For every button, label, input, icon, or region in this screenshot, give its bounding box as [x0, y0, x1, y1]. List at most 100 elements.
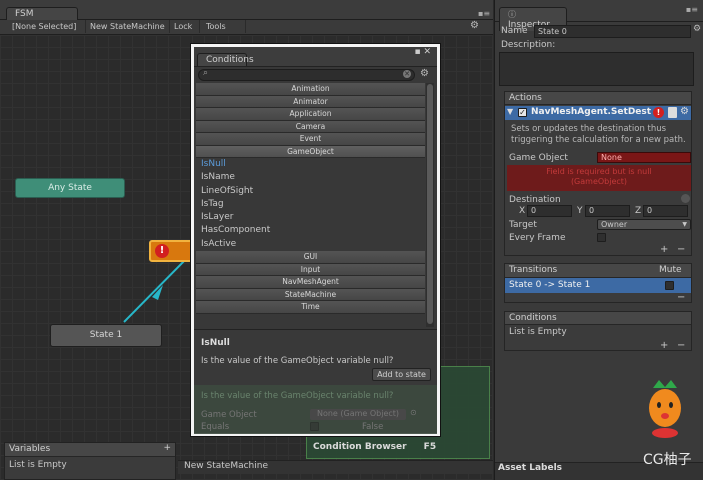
- action-error-box: Field is required but is null (GameObjec…: [507, 165, 691, 191]
- status-state-machine: New StateMachine: [184, 461, 268, 471]
- category-item[interactable]: NavMeshAgent: [196, 276, 425, 289]
- target-label: Target: [509, 220, 537, 230]
- inspector-name-field[interactable]: State 0: [534, 25, 691, 38]
- remove-transition-button[interactable]: −: [677, 292, 685, 303]
- action-gear-icon[interactable]: ⚙: [680, 106, 689, 117]
- action-error-text: Field is required but is null (GameObjec…: [546, 167, 652, 186]
- action-error-icon: !: [653, 107, 664, 118]
- error-icon: !: [155, 244, 169, 258]
- category-item[interactable]: Animator: [196, 95, 425, 108]
- transition-line: [123, 252, 193, 323]
- search-settings-icon[interactable]: ⚙: [420, 68, 429, 79]
- watermark-logo: [643, 378, 687, 440]
- node-state-1-label: State 1: [89, 330, 123, 340]
- transitions-title: Transitions: [509, 265, 558, 275]
- search-icon: ⌕: [203, 68, 209, 78]
- add-condition-button[interactable]: +: [660, 340, 668, 351]
- action-game-object-field[interactable]: None: [597, 152, 691, 163]
- destination-toggle-icon[interactable]: [681, 194, 690, 203]
- destination-vector: X 0 Y 0 Z 0: [517, 205, 691, 217]
- destination-label: Destination: [509, 195, 561, 205]
- action-enabled-checkbox[interactable]: ✓: [518, 108, 527, 117]
- search-clear-icon[interactable]: ✕: [403, 70, 411, 78]
- hint-row: Condition Browser F5: [313, 442, 436, 452]
- preview-game-object-label: Game Object: [201, 410, 257, 420]
- inspector-conditions-empty: List is Empty: [509, 327, 567, 337]
- dialog-close-icon[interactable]: ▪ ✕: [414, 47, 431, 57]
- conditions-header: Conditions ▪ ✕: [194, 47, 437, 67]
- list-scrollbar[interactable]: [426, 83, 434, 327]
- z-field[interactable]: 0: [643, 205, 688, 217]
- search-input[interactable]: ⌕ ✕: [198, 68, 415, 81]
- variables-title: Variables: [9, 444, 51, 454]
- transition-item[interactable]: State 0 -> State 1: [505, 278, 691, 293]
- category-item[interactable]: StateMachine: [196, 288, 425, 302]
- add-action-button[interactable]: +: [660, 244, 668, 255]
- add-variable-button[interactable]: +: [163, 443, 171, 453]
- inspector-tab-header: ⓘ Inspector ▪≡: [495, 0, 703, 31]
- x-label: X: [519, 206, 526, 216]
- category-item[interactable]: GUI: [196, 251, 425, 264]
- inspector-panel: ⓘ Inspector ▪≡ Name State 0 ⚙ Descriptio…: [494, 0, 703, 480]
- inspector-description-field[interactable]: [499, 52, 694, 86]
- detail-name: IsNull: [201, 338, 230, 348]
- asset-labels: Asset Labels: [498, 463, 563, 473]
- preview-game-object-value: None (Game Object): [310, 409, 406, 420]
- remove-condition-button[interactable]: −: [677, 340, 685, 351]
- status-bar: New StateMachine: [178, 460, 493, 474]
- action-item[interactable]: LineOfSight: [196, 185, 425, 198]
- actions-section: Actions ▼ ✓ NavMeshAgent.SetDestin ! ⚙ S…: [504, 91, 692, 256]
- action-foldout-icon[interactable]: ▼: [507, 107, 513, 116]
- node-state-1[interactable]: State 1: [50, 324, 162, 347]
- action-title: NavMeshAgent.SetDestin: [531, 107, 651, 117]
- hint-key: F5: [423, 442, 437, 452]
- action-description: Sets or updates the destination thus tri…: [511, 124, 686, 145]
- every-frame-checkbox[interactable]: [597, 233, 606, 242]
- category-item[interactable]: Input: [196, 263, 425, 277]
- category-list: Animation Animator Application Camera Event G…: [196, 83, 425, 327]
- x-field[interactable]: 0: [527, 205, 572, 217]
- list-scrollbar-thumb[interactable]: [427, 84, 433, 324]
- inspector-settings-icon[interactable]: ⚙: [693, 24, 701, 34]
- action-game-object-label: Game Object: [509, 153, 568, 163]
- node-any-state-label: Any State: [48, 183, 92, 193]
- action-item[interactable]: IsActive: [196, 238, 425, 251]
- transition-item-label: State 0 -> State 1: [509, 280, 591, 290]
- add-to-state-button[interactable]: Add to state: [372, 368, 431, 381]
- y-label: Y: [577, 206, 583, 216]
- preview-equals-checkbox: [310, 422, 319, 431]
- action-header: ▼ ✓ NavMeshAgent.SetDestin ! ⚙: [505, 106, 691, 120]
- conditions-browser: Conditions ▪ ✕ ⌕ ✕ ⚙ Animation Animator Ap…: [191, 44, 440, 436]
- action-item[interactable]: IsTag: [196, 198, 425, 211]
- preview-target-icon: ⊙: [410, 408, 417, 417]
- category-item[interactable]: Animation: [196, 83, 425, 96]
- watermark-text: CG柚子: [643, 452, 692, 468]
- every-frame-label: Every Frame: [509, 233, 566, 243]
- transition-mute-checkbox[interactable]: [665, 281, 674, 290]
- transitions-header: Transitions Mute: [505, 264, 691, 278]
- inspector-menu-icon[interactable]: ▪≡: [686, 5, 698, 14]
- variables-header: Variables +: [5, 443, 175, 457]
- target-dropdown[interactable]: Owner ▼: [597, 219, 691, 230]
- action-item[interactable]: HasComponent: [196, 224, 425, 237]
- action-item[interactable]: IsName: [196, 171, 425, 184]
- remove-action-button[interactable]: −: [677, 244, 685, 255]
- mute-label: Mute: [659, 265, 682, 275]
- inspector-conditions-section: Conditions List is Empty + −: [504, 311, 692, 351]
- tab-conditions[interactable]: Conditions: [197, 53, 254, 66]
- dropdown-arrow-icon: ▼: [682, 221, 687, 228]
- node-state-0[interactable]: !: [149, 240, 195, 262]
- node-any-state[interactable]: Any State: [15, 178, 125, 198]
- action-item[interactable]: IsLayer: [196, 211, 425, 224]
- category-item[interactable]: Time: [196, 301, 425, 314]
- action-item[interactable]: IsNull: [196, 158, 425, 171]
- category-item[interactable]: Event: [196, 133, 425, 146]
- action-doc-icon[interactable]: [668, 107, 677, 118]
- category-item[interactable]: Application: [196, 108, 425, 121]
- category-item[interactable]: Camera: [196, 120, 425, 133]
- hint-condition-browser: Condition Browser: [313, 442, 407, 452]
- category-item[interactable]: GameObject: [196, 145, 425, 158]
- variables-empty: List is Empty: [9, 460, 67, 470]
- actions-header: Actions: [505, 92, 691, 105]
- y-field[interactable]: 0: [585, 205, 630, 217]
